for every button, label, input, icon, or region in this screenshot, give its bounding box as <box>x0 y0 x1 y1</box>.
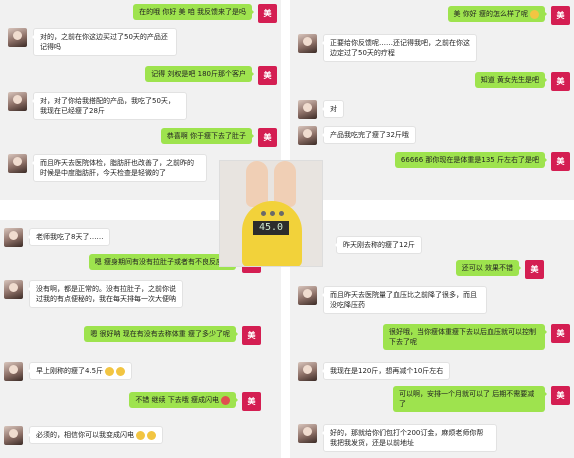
message-bubble: 老师我吃了8天了…… <box>27 228 111 246</box>
chat-message: 正要给你反馈呢……还记得我吧，之前在你这边定过了50天的疗程 <box>298 34 477 62</box>
message-bubble: 对的，之前在你这边买过了50天的产品还记得吗 <box>32 28 177 56</box>
grin-emoji-icon <box>147 430 156 440</box>
grin-emoji-icon <box>116 366 126 376</box>
message-bubble: 嗯 很好呐 现在有没有去称体重 瘦了多少了呢 <box>84 326 238 342</box>
message-bubble: 对，对了你给我搭配的产品，我吃了50天，我现在已经瘦了28斤 <box>32 92 187 120</box>
scale-button-icon <box>270 211 275 216</box>
chat-message: 产品我吃完了瘦了32斤哦 <box>298 126 416 145</box>
avatar <box>4 426 23 445</box>
avatar <box>298 34 317 53</box>
message-bubble: 还可以 效果不错 <box>455 260 522 276</box>
avatar: 美 <box>258 4 277 23</box>
chat-message: 嗯 很好呐 现在有没有去称体重 瘦了多少了呢 美 <box>84 326 261 345</box>
lightning-emoji-icon <box>221 395 230 405</box>
message-bubble: 在的哦 你好 美 咱 我反馈来了是吗 <box>133 4 254 20</box>
avatar: 美 <box>551 6 570 25</box>
message-bubble: 正要给你反馈呢……还记得我吧，之前在你这边定过了50天的疗程 <box>322 34 477 62</box>
message-bubble: 而且昨天去医院量了血压比之前降了很多，而且没吃降压药 <box>322 286 487 314</box>
message-bubble: 很好哦，当你瘦体重瘦下去以后血压就可以控制下去了呢 <box>383 324 547 350</box>
avatar <box>298 126 317 145</box>
message-bubble: 早上刚称的瘦了4.5斤 <box>27 362 133 380</box>
avatar <box>4 362 23 381</box>
chat-message: 不错 继续 下去哦 瘦成闪电 美 <box>129 392 261 411</box>
chat-message: 而且昨天去医院体检，脂肪肝也改善了，之前昨的时候是中度脂肪肝，今天检查是轻微的了 <box>8 154 207 182</box>
avatar: 美 <box>551 152 570 171</box>
right-foot <box>274 161 296 207</box>
grin-emoji-icon <box>136 430 145 440</box>
avatar: 美 <box>258 128 277 147</box>
screenshot-collage: 在的哦 你好 美 咱 我反馈来了是吗 美 对的，之前在你这边买过了50天的产品还… <box>0 0 574 458</box>
chat-message: 还可以 效果不错 美 <box>455 260 544 279</box>
avatar <box>8 92 27 111</box>
scale-photo: 45.0 <box>219 160 323 267</box>
avatar <box>298 100 317 119</box>
chat-message: 知道 黄女先生是吧 美 <box>474 72 570 91</box>
avatar: 美 <box>551 386 570 405</box>
left-foot <box>246 161 268 207</box>
avatar <box>4 280 23 299</box>
avatar <box>8 154 27 173</box>
chat-message: 恭喜啊 你于瘦下去了肚子 美 <box>160 128 277 147</box>
chat-message: 早上刚称的瘦了4.5斤 <box>4 362 133 381</box>
message-bubble: 好的，那就给你们包打个200订金，麻烦老师你帮我把我发货，还是以前地址 <box>322 424 497 452</box>
chat-message: 美 你好 瘦的怎么样了呢 美 <box>447 6 570 25</box>
chat-message: 很好哦，当你瘦体重瘦下去以后血压就可以控制下去了呢 美 <box>383 324 570 350</box>
chat-message: 我现在是120斤，想再减个10斤左右 <box>298 362 451 381</box>
chat-panel-bottom-right: 昨天刚去称的瘦了12斤 还可以 效果不错 美 而且昨天去医院量了血压比之前降了很… <box>290 220 574 458</box>
avatar: 美 <box>525 260 544 279</box>
message-bubble: 昨天刚去称的瘦了12斤 <box>335 236 422 254</box>
avatar: 美 <box>551 72 570 91</box>
scale-button-icon <box>261 211 266 216</box>
grin-emoji-icon <box>105 366 115 376</box>
avatar: 美 <box>242 392 261 411</box>
message-bubble: 知道 黄女先生是吧 <box>474 72 548 88</box>
chat-message: 昨天刚去称的瘦了12斤 <box>330 236 422 254</box>
message-bubble: 嗯 瘦身期间有没有拉肚子或者有不良反应呢 <box>88 254 239 270</box>
avatar <box>298 286 317 305</box>
message-bubble: 产品我吃完了瘦了32斤哦 <box>322 126 416 144</box>
message-bubble: 记得 刘权是吧 180斤那个客户 <box>145 66 254 82</box>
avatar <box>298 362 317 381</box>
chat-message: 老师我吃了8天了…… <box>4 228 111 247</box>
chat-message: 对，对了你给我搭配的产品，我吃了50天，我现在已经瘦了28斤 <box>8 92 187 120</box>
message-bubble: 美 你好 瘦的怎么样了呢 <box>447 6 548 22</box>
chat-message: 可以啊，安排一个月就可以了 后期不需要减了 美 <box>393 386 570 412</box>
message-bubble: 66666 那你现在是体重是135 斤左右了是吧 <box>394 152 548 168</box>
smile-emoji-icon <box>530 9 539 19</box>
message-bubble: 对 <box>322 100 344 118</box>
chat-message: 66666 那你现在是体重是135 斤左右了是吧 美 <box>394 152 570 171</box>
message-bubble: 不错 继续 下去哦 瘦成闪电 <box>129 392 238 408</box>
avatar <box>4 228 23 247</box>
chat-message: 记得 刘权是吧 180斤那个客户 美 <box>145 66 277 85</box>
chat-message: 好的，那就给你们包打个200订金，麻烦老师你帮我把我发货，还是以前地址 <box>298 424 497 452</box>
scale-button-icon <box>279 211 284 216</box>
chat-message: 而且昨天去医院量了血压比之前降了很多，而且没吃降压药 <box>298 286 487 314</box>
chat-panel-top-right: 美 你好 瘦的怎么样了呢 美 正要给你反馈呢……还记得我吧，之前在你这边定过了5… <box>290 0 574 200</box>
message-bubble: 而且昨天去医院体检，脂肪肝也改善了，之前昨的时候是中度脂肪肝，今天检查是轻微的了 <box>32 154 207 182</box>
message-bubble: 必须的，相信你可以我变成闪电 <box>28 426 163 444</box>
avatar: 美 <box>551 324 570 343</box>
chat-message: 没有啊，都是正常的。没有拉肚子，之前你说过我的有点便秘的，我在每天排每一次大便呐 <box>4 280 183 308</box>
chat-message: 在的哦 你好 美 咱 我反馈来了是吗 美 <box>133 4 277 23</box>
chat-message: 对 <box>298 100 344 119</box>
avatar: 美 <box>242 326 261 345</box>
message-bubble: 没有啊，都是正常的。没有拉肚子，之前你说过我的有点便秘的，我在每天排每一次大便呐 <box>28 280 183 308</box>
avatar: 美 <box>258 66 277 85</box>
message-bubble: 恭喜啊 你于瘦下去了肚子 <box>160 128 255 144</box>
avatar <box>298 424 317 443</box>
chat-message: 必须的，相信你可以我变成闪电 <box>4 426 163 445</box>
scale-reading: 45.0 <box>253 221 289 235</box>
message-bubble: 可以啊，安排一个月就可以了 后期不需要减了 <box>393 386 547 412</box>
avatar <box>8 28 27 47</box>
chat-message: 对的，之前在你这边买过了50天的产品还记得吗 <box>8 28 177 56</box>
message-bubble: 我现在是120斤，想再减个10斤左右 <box>321 362 451 380</box>
